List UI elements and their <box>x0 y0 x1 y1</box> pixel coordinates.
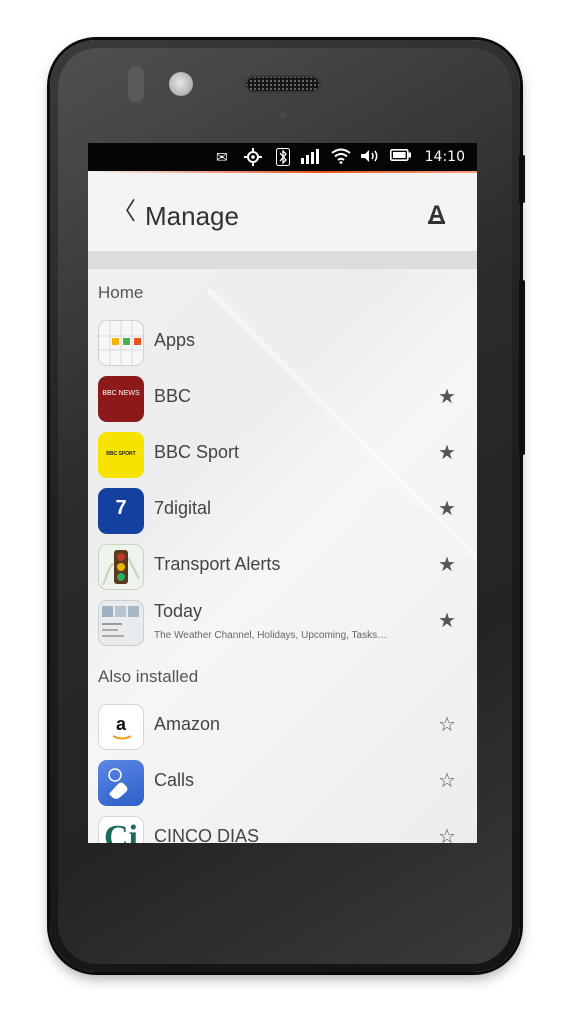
bbc-news-logo-text: BBC NEWS <box>102 390 140 397</box>
star-filled-icon[interactable]: ★ <box>438 554 456 574</box>
list-item-cinco-dias[interactable]: Ci CINCO DIAS ☆ <box>88 813 477 843</box>
list-item-sublabel: The Weather Channel, Holidays, Upcoming,… <box>154 630 388 641</box>
location-icon <box>244 148 262 170</box>
proximity-sensor <box>128 66 144 102</box>
list-item-label: BBC Sport <box>154 442 240 462</box>
list-item-amazon[interactable]: a Amazon ☆ <box>88 701 477 757</box>
bluetooth-icon <box>276 148 290 170</box>
list-item-label: 7digital <box>154 498 212 518</box>
phone-icon <box>98 760 144 806</box>
list-item-label: Transport Alerts <box>154 554 281 574</box>
bbc-sport-icon: BBC SPORT <box>98 432 144 478</box>
cinco-dias-icon: Ci <box>98 816 144 843</box>
battery-icon <box>390 148 412 166</box>
sevendigital-icon: 7 <box>98 488 144 534</box>
amazon-logo-text: a <box>115 714 126 734</box>
apps-scope-icon <box>98 320 144 366</box>
wifi-icon <box>331 148 351 168</box>
list-item-today[interactable]: Today The Weather Channel, Holidays, Upc… <box>88 597 477 653</box>
list-item-calls[interactable]: Calls ☆ <box>88 757 477 813</box>
list-item-label: Today <box>154 601 203 621</box>
list-item-label: BBC <box>154 386 192 406</box>
list-item-apps[interactable]: Apps <box>88 317 477 373</box>
star-outline-icon[interactable]: ☆ <box>438 714 456 734</box>
screen: ✉ 14:10 〈 Manage A Home Apps BBC NEWS BB… <box>88 143 477 843</box>
section-header-also-installed: Also installed <box>98 667 199 686</box>
header-divider <box>88 251 477 269</box>
list-item-label: Amazon <box>154 714 221 734</box>
star-outline-icon[interactable]: ☆ <box>438 826 456 843</box>
mail-icon: ✉ <box>216 149 228 165</box>
star-filled-icon[interactable]: ★ <box>438 498 456 518</box>
list-item-transport-alerts[interactable]: Transport Alerts ★ <box>88 541 477 597</box>
star-filled-icon[interactable]: ★ <box>438 442 456 462</box>
star-outline-icon[interactable]: ☆ <box>438 770 456 790</box>
cinco-dias-logo-text: Ci <box>104 819 138 843</box>
list-item-label: Calls <box>154 770 195 790</box>
section-header-home: Home <box>98 283 144 302</box>
earpiece-speaker <box>245 75 321 93</box>
chevron-left-icon[interactable]: 〈 <box>112 199 136 223</box>
store-icon[interactable]: A <box>428 203 446 227</box>
sevendigital-logo-text: 7 <box>115 497 127 519</box>
list-item-bbc-sport[interactable]: BBC SPORT BBC Sport ★ <box>88 429 477 485</box>
list-item-label: CINCO DIAS <box>154 826 260 843</box>
star-filled-icon[interactable]: ★ <box>438 610 456 630</box>
page-header: 〈 Manage A <box>88 173 477 251</box>
list-item-label: Apps <box>154 330 196 350</box>
status-bar[interactable]: ✉ 14:10 <box>88 143 477 171</box>
bbc-sport-logo-text: BBC SPORT <box>106 451 136 457</box>
star-filled-icon[interactable]: ★ <box>438 386 456 406</box>
light-sensor <box>280 112 286 118</box>
traffic-light-icon <box>98 544 144 590</box>
power-button <box>519 155 525 203</box>
list-item-7digital[interactable]: 7 7digital ★ <box>88 485 477 541</box>
front-camera <box>169 72 193 96</box>
manage-list[interactable]: Home Apps BBC NEWS BBC ★ BBC SPORT BBC S… <box>88 269 477 843</box>
signal-icon <box>301 148 319 168</box>
amazon-icon: a <box>98 704 144 750</box>
bbc-news-icon: BBC NEWS <box>98 376 144 422</box>
page-title: Manage <box>145 201 239 231</box>
clock: 14:10 <box>424 149 465 165</box>
list-item-bbc[interactable]: BBC NEWS BBC ★ <box>88 373 477 429</box>
today-scope-icon <box>98 600 144 646</box>
volume-button <box>519 280 525 455</box>
volume-icon <box>360 148 380 168</box>
